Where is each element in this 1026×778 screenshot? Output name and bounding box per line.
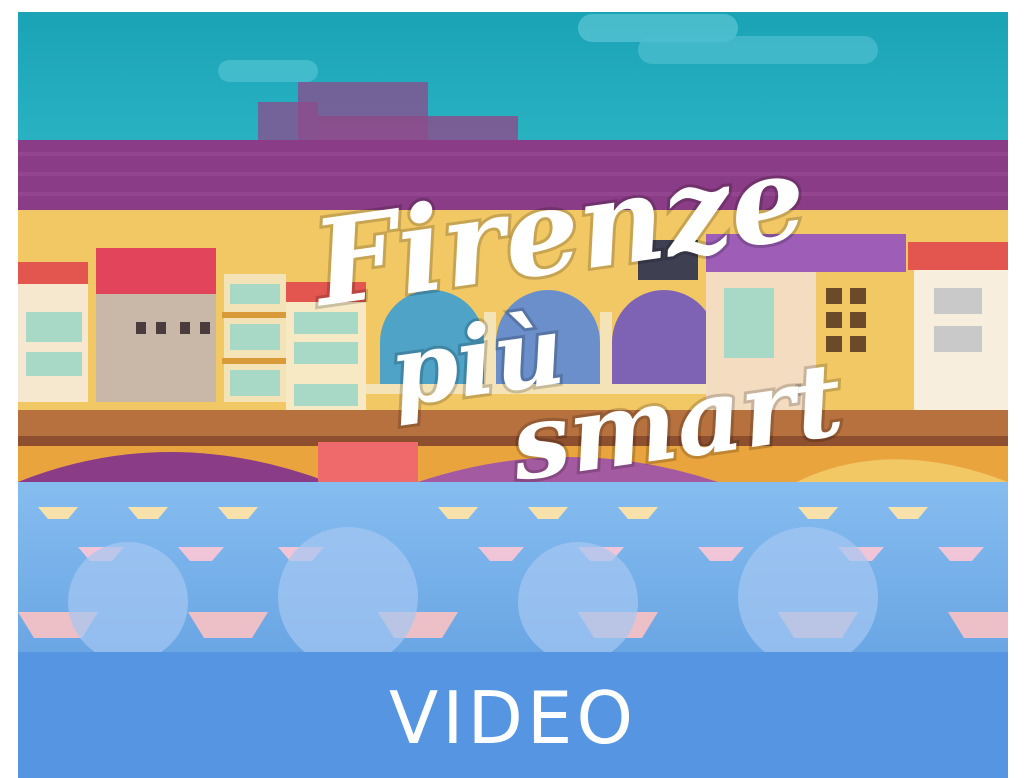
video-button-label: VIDEO xyxy=(388,676,638,760)
roof-stripes xyxy=(18,152,1008,156)
window xyxy=(26,312,82,342)
window xyxy=(26,352,82,376)
window xyxy=(934,288,982,314)
window xyxy=(850,312,866,328)
window xyxy=(294,384,358,406)
window xyxy=(294,342,358,364)
window xyxy=(826,288,842,304)
video-card[interactable]: Firenze più smart VIDEO xyxy=(18,12,1008,778)
roof xyxy=(18,262,88,284)
balcony xyxy=(222,358,288,364)
window xyxy=(200,322,210,334)
window xyxy=(156,322,166,334)
balcony xyxy=(222,312,288,318)
roof xyxy=(908,242,1008,270)
window xyxy=(724,288,774,358)
cloud xyxy=(638,36,878,64)
window xyxy=(180,322,190,334)
ponte-vecchio-illustration: Firenze più smart xyxy=(18,12,1008,652)
window xyxy=(850,336,866,352)
roof xyxy=(96,248,216,294)
video-thumbnail[interactable]: Firenze più smart xyxy=(18,12,1008,652)
window xyxy=(230,324,280,350)
video-button[interactable]: VIDEO xyxy=(18,652,1008,778)
cloud xyxy=(218,60,318,82)
window xyxy=(230,370,280,396)
window xyxy=(230,284,280,304)
window xyxy=(826,312,842,328)
window xyxy=(850,288,866,304)
window xyxy=(934,326,982,352)
window xyxy=(136,322,146,334)
